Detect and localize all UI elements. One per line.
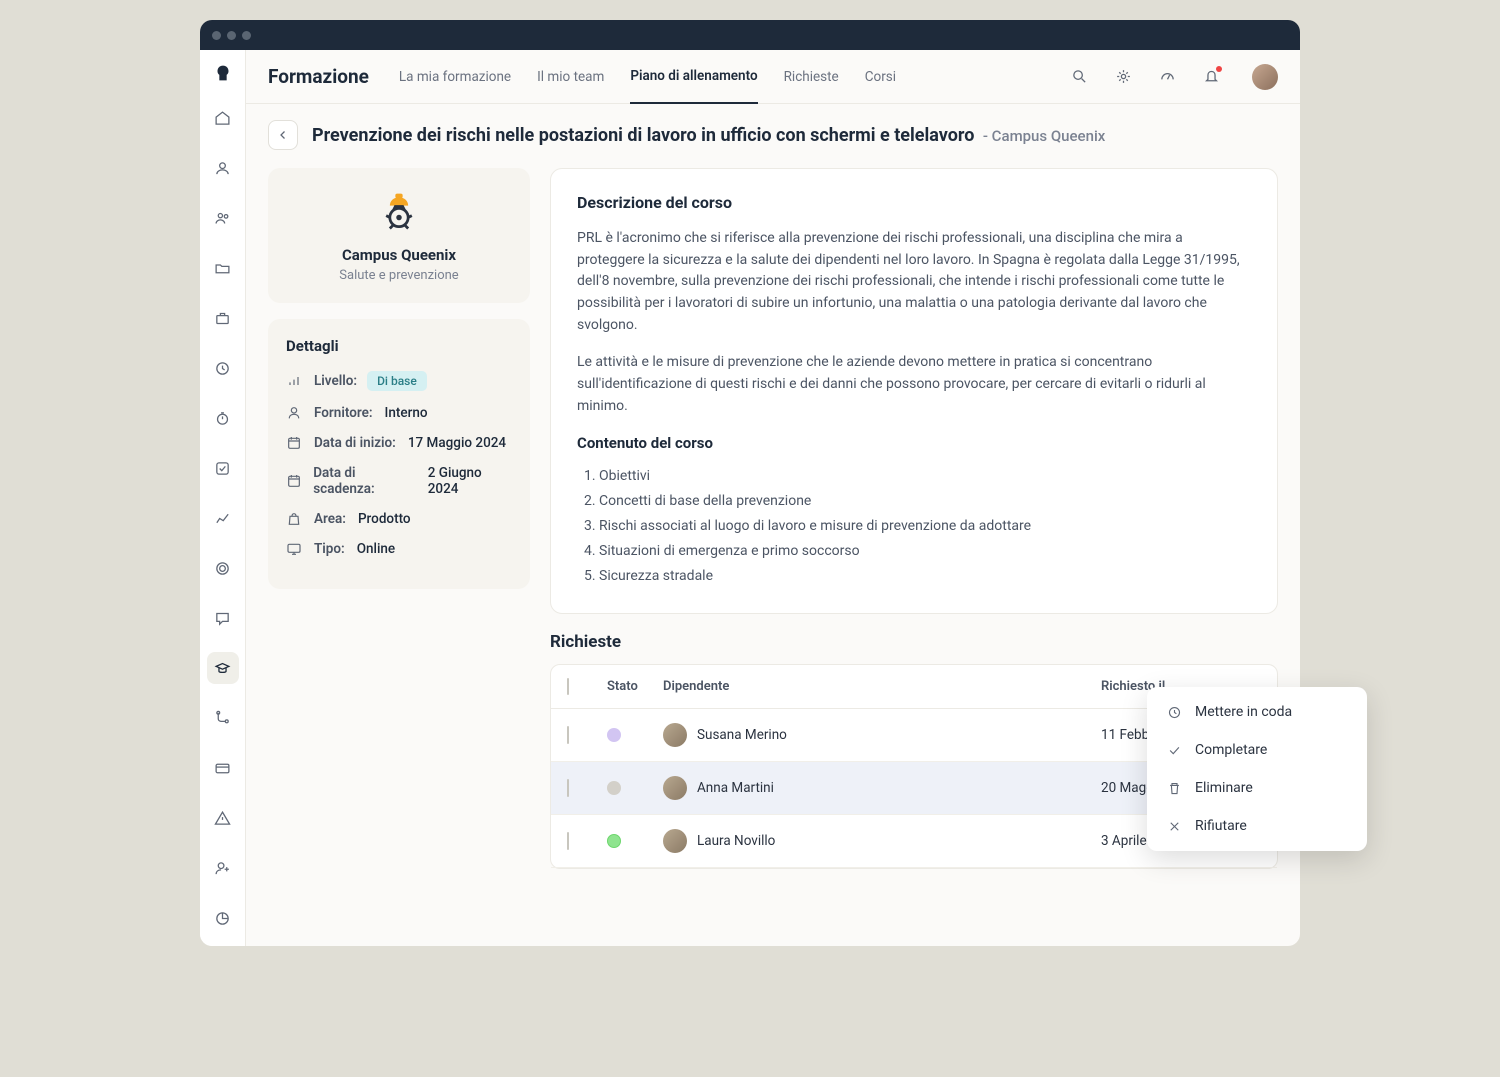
back-button[interactable] bbox=[268, 120, 298, 150]
tab-my-training[interactable]: La mia formazione bbox=[399, 51, 511, 103]
tab-requests[interactable]: Richieste bbox=[784, 51, 839, 103]
page-title-suffix: - Campus Queenix bbox=[983, 127, 1105, 145]
detail-level: Livello: Di base bbox=[286, 371, 512, 391]
tab-my-team[interactable]: Il mio team bbox=[537, 51, 604, 103]
sidebar-flow[interactable] bbox=[207, 702, 239, 734]
calendar-icon bbox=[286, 435, 304, 451]
detail-supplier: Fornitore: Interno bbox=[286, 405, 512, 421]
description-para2: Le attività e le misure di prevenzione c… bbox=[577, 352, 1251, 417]
page-title: Prevenzione dei rischi nelle postazioni … bbox=[312, 125, 1105, 146]
tab-training-plan[interactable]: Piano di allenamento bbox=[630, 50, 757, 104]
employee-avatar bbox=[663, 723, 687, 747]
section-title: Formazione bbox=[268, 65, 369, 88]
requests-section: Richieste Stato Dipendente Richiesto il bbox=[550, 632, 1278, 869]
tab-courses[interactable]: Corsi bbox=[865, 51, 896, 103]
status-dot bbox=[607, 834, 621, 848]
level-badge: Di base bbox=[367, 371, 427, 391]
window-close-dot[interactable] bbox=[212, 31, 221, 40]
notification-dot bbox=[1216, 66, 1222, 72]
app-logo[interactable] bbox=[212, 62, 234, 84]
sidebar-card[interactable] bbox=[207, 752, 239, 784]
sidebar-alert[interactable] bbox=[207, 802, 239, 834]
employee-name: Susana Merino bbox=[697, 727, 787, 743]
window-titlebar bbox=[200, 20, 1300, 50]
employee-avatar bbox=[663, 776, 687, 800]
employee-avatar bbox=[663, 829, 687, 853]
menu-queue[interactable]: Mettere in coda bbox=[1153, 693, 1361, 731]
content-item: Obiettivi bbox=[599, 464, 1251, 489]
gear-icon[interactable] bbox=[1114, 68, 1132, 86]
sidebar-check[interactable] bbox=[207, 452, 239, 484]
content-item: Concetti di base della prevenzione bbox=[599, 489, 1251, 514]
content-title: Contenuto del corso bbox=[577, 434, 1251, 452]
sidebar-chart[interactable] bbox=[207, 502, 239, 534]
window-min-dot[interactable] bbox=[227, 31, 236, 40]
provider-icon bbox=[375, 188, 423, 236]
content-item: Rischi associati al luogo di lavoro e mi… bbox=[599, 514, 1251, 539]
calendar-icon bbox=[286, 473, 303, 489]
requests-table: Stato Dipendente Richiesto il Susana Mer… bbox=[550, 664, 1278, 869]
sidebar-chat[interactable] bbox=[207, 602, 239, 634]
x-icon bbox=[1167, 819, 1183, 834]
app-window: Formazione La mia formazione Il mio team… bbox=[200, 20, 1300, 946]
trash-icon bbox=[1167, 781, 1183, 796]
provider-name: Campus Queenix bbox=[288, 246, 510, 264]
sidebar-home[interactable] bbox=[207, 102, 239, 134]
select-all-checkbox[interactable] bbox=[567, 678, 569, 695]
sidebar-education[interactable] bbox=[207, 652, 239, 684]
topbar: Formazione La mia formazione Il mio team… bbox=[246, 50, 1300, 104]
status-dot bbox=[607, 728, 621, 742]
sidebar-folder[interactable] bbox=[207, 252, 239, 284]
main-area: Formazione La mia formazione Il mio team… bbox=[246, 50, 1300, 946]
breadcrumb: Prevenzione dei rischi nelle postazioni … bbox=[246, 104, 1300, 158]
description-card: Descrizione del corso PRL è l'acronimo c… bbox=[550, 168, 1278, 614]
sidebar-timer[interactable] bbox=[207, 402, 239, 434]
sidebar-briefcase[interactable] bbox=[207, 302, 239, 334]
sidebar-pie[interactable] bbox=[207, 902, 239, 934]
user-avatar[interactable] bbox=[1252, 64, 1278, 90]
row-checkbox[interactable] bbox=[567, 832, 569, 850]
employee-name: Laura Novillo bbox=[697, 833, 775, 849]
menu-reject[interactable]: Rifiutare bbox=[1153, 807, 1361, 845]
level-icon bbox=[286, 373, 304, 389]
sidebar-user[interactable] bbox=[207, 152, 239, 184]
details-card: Dettagli Livello: Di base Fornitore: Int… bbox=[268, 319, 530, 589]
description-title: Descrizione del corso bbox=[577, 193, 1251, 212]
row-checkbox[interactable] bbox=[567, 779, 569, 797]
col-employee-header[interactable]: Dipendente bbox=[663, 679, 1101, 694]
content-list: Obiettivi Concetti di base della prevenz… bbox=[577, 464, 1251, 590]
menu-complete[interactable]: Completare bbox=[1153, 731, 1361, 769]
context-menu: Mettere in coda Completare Eliminare bbox=[1147, 687, 1367, 851]
supplier-icon bbox=[286, 405, 304, 421]
row-checkbox[interactable] bbox=[567, 726, 569, 744]
content-item: Sicurezza stradale bbox=[599, 564, 1251, 589]
monitor-icon bbox=[286, 541, 304, 557]
description-para1: PRL è l'acronimo che si riferisce alla p… bbox=[577, 228, 1251, 336]
search-icon[interactable] bbox=[1070, 68, 1088, 86]
provider-category: Salute e prevenzione bbox=[288, 268, 510, 283]
details-title: Dettagli bbox=[286, 337, 512, 355]
status-dot bbox=[607, 781, 621, 795]
gauge-icon[interactable] bbox=[1158, 68, 1176, 86]
clock-icon bbox=[1167, 705, 1183, 720]
sidebar-users[interactable] bbox=[207, 202, 239, 234]
sidebar-target[interactable] bbox=[207, 552, 239, 584]
sidebar-clock[interactable] bbox=[207, 352, 239, 384]
content-item: Situazioni di emergenza e primo soccorso bbox=[599, 539, 1251, 564]
bag-icon bbox=[286, 511, 304, 527]
sidebar bbox=[200, 50, 246, 946]
window-max-dot[interactable] bbox=[242, 31, 251, 40]
requests-title: Richieste bbox=[550, 632, 1278, 652]
detail-type: Tipo: Online bbox=[286, 541, 512, 557]
detail-area: Area: Prodotto bbox=[286, 511, 512, 527]
bell-icon[interactable] bbox=[1202, 68, 1220, 86]
employee-name: Anna Martini bbox=[697, 780, 774, 796]
detail-start: Data di inizio: 17 Maggio 2024 bbox=[286, 435, 512, 451]
detail-end: Data di scadenza: 2 Giugno 2024 bbox=[286, 465, 512, 497]
col-status-header[interactable]: Stato bbox=[607, 679, 663, 694]
menu-delete[interactable]: Eliminare bbox=[1153, 769, 1361, 807]
provider-card: Campus Queenix Salute e prevenzione bbox=[268, 168, 530, 303]
sidebar-adduser[interactable] bbox=[207, 852, 239, 884]
check-icon bbox=[1167, 743, 1183, 758]
